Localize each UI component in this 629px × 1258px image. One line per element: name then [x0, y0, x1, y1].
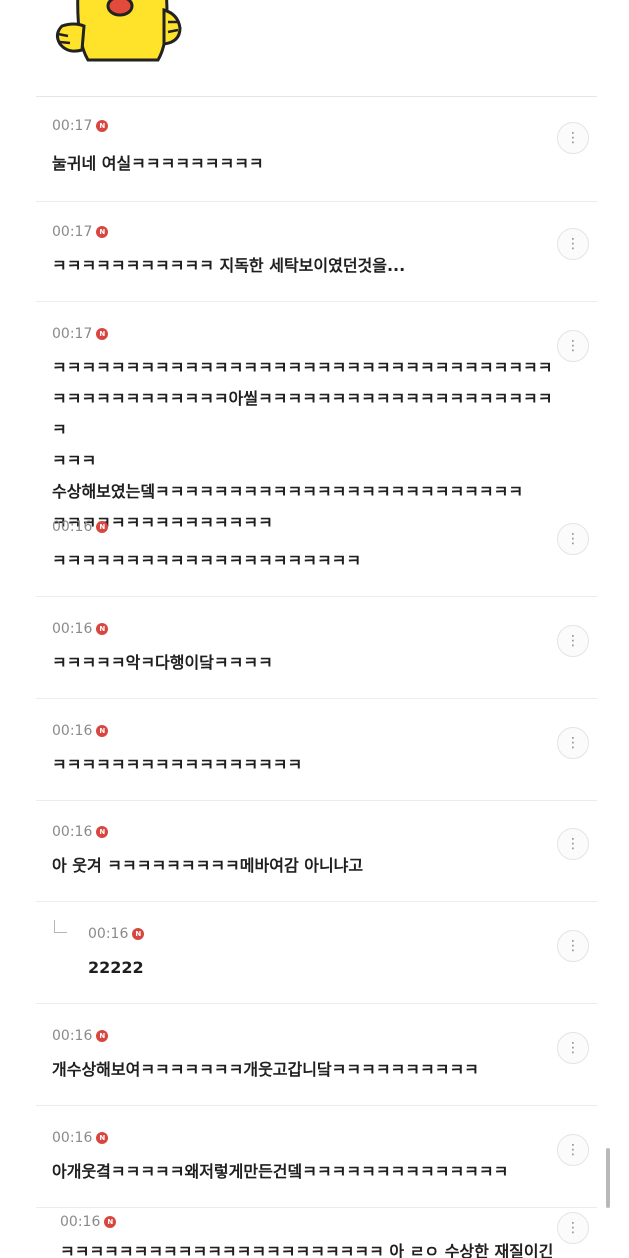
- comment-time: 00:16: [52, 1130, 93, 1146]
- more-vertical-icon[interactable]: ⋮: [557, 727, 589, 759]
- comment-text: 22222: [88, 958, 144, 977]
- comment-text: ㅋㅋㅋㅋㅋ악ㅋ다행이닼ㅋㅋㅋㅋ: [52, 653, 273, 672]
- comment-text: 아 웃겨 ㅋㅋㅋㅋㅋㅋㅋㅋㅋ메바여감 아니냐고: [52, 856, 364, 875]
- more-vertical-icon[interactable]: ⋮: [557, 1032, 589, 1064]
- comment-time: 00:17: [52, 224, 93, 240]
- new-badge-icon: N: [96, 1030, 109, 1042]
- reply-item: 00:16 N 22222 ⋮: [36, 920, 597, 1004]
- more-vertical-icon[interactable]: ⋮: [557, 930, 589, 962]
- comment-meta: 00:16 N: [52, 1128, 109, 1148]
- new-badge-icon: N: [96, 226, 109, 238]
- new-badge-icon: N: [96, 521, 109, 533]
- comment-text: 개수상해보여ㅋㅋㅋㅋㅋㅋㅋ개웃고갑니닼ㅋㅋㅋㅋㅋㅋㅋㅋㅋㅋ: [52, 1060, 479, 1079]
- comment-text: ㅋㅋㅋㅋㅋㅋㅋㅋㅋㅋㅋㅋㅋㅋㅋㅋㅋ: [52, 755, 303, 774]
- comment-text: ㅋㅋㅋㅋㅋㅋㅋㅋㅋㅋㅋㅋㅋㅋㅋㅋㅋㅋㅋㅋㅋ: [52, 551, 362, 570]
- new-badge-icon: N: [96, 120, 109, 132]
- comment-item: 00:16 N ㅋㅋㅋㅋㅋ악ㅋ다행이닼ㅋㅋㅋㅋ ⋮: [36, 619, 597, 699]
- comment-item: 00:17 N ㅋㅋㅋㅋㅋㅋㅋㅋㅋㅋㅋ 지독한 세탁보이였던것을... ⋮: [36, 222, 597, 302]
- more-vertical-icon[interactable]: ⋮: [557, 122, 589, 154]
- more-vertical-icon[interactable]: ⋮: [557, 828, 589, 860]
- more-vertical-icon[interactable]: ⋮: [557, 625, 589, 657]
- comment-item: 00:16 N 아개웃곀ㅋㅋㅋㅋㅋ왜저렇게만든건뎈ㅋㅋㅋㅋㅋㅋㅋㅋㅋㅋㅋㅋㅋㅋ …: [36, 1128, 597, 1208]
- comment-meta: 00:17 N: [52, 324, 109, 344]
- comment-time: 00:17: [52, 118, 93, 134]
- comment-meta: 00:16 N: [52, 517, 109, 537]
- comment-meta: 00:16 N: [52, 822, 109, 842]
- sticker-image: [48, 0, 188, 66]
- comment-text: ㅋㅋㅋㅋㅋㅋㅋㅋㅋㅋㅋ 지독한 세탁보이였던것을...: [52, 256, 406, 275]
- comment-text: ㅋㅋㅋㅋㅋㅋㅋㅋㅋㅋㅋㅋㅋㅋㅋㅋㅋㅋㅋㅋㅋㅋㅋㅋㅋㅋㅋㅋㅋㅋㅋㅋㅋㅋ ㅋㅋㅋㅋㅋ…: [52, 358, 553, 532]
- comment-item: 00:17 N 눌귀네 여실ㅋㅋㅋㅋㅋㅋㅋㅋㅋ ⋮: [36, 116, 597, 202]
- comment-time: 00:16: [60, 1214, 101, 1230]
- more-vertical-icon[interactable]: ⋮: [557, 1212, 589, 1244]
- reply-arrow-icon: [54, 920, 67, 933]
- comment-time: 00:16: [52, 723, 93, 739]
- comment-time: 00:16: [52, 1028, 93, 1044]
- more-vertical-icon[interactable]: ⋮: [557, 1134, 589, 1166]
- comment-item: 00:16 N ㅋㅋㅋㅋㅋㅋㅋㅋㅋㅋㅋㅋㅋㅋㅋㅋㅋㅋㅋㅋㅋㅋ 아 ㄹㅇ 수상한 …: [36, 1212, 597, 1258]
- comment-time: 00:17: [52, 326, 93, 342]
- comment-meta: 00:17 N: [52, 116, 109, 136]
- comment-item: 00:17 N ㅋㅋㅋㅋㅋㅋㅋㅋㅋㅋㅋㅋㅋㅋㅋㅋㅋㅋㅋㅋㅋㅋㅋㅋㅋㅋㅋㅋㅋㅋㅋㅋ…: [36, 324, 597, 532]
- comment-text: ㅋㅋㅋㅋㅋㅋㅋㅋㅋㅋㅋㅋㅋㅋㅋㅋㅋㅋㅋㅋㅋㅋ 아 ㄹㅇ 수상한 재질이긴: [60, 1242, 553, 1258]
- new-badge-icon: N: [96, 1132, 109, 1144]
- comment-time: 00:16: [88, 926, 129, 942]
- comment-item: 00:16 N ㅋㅋㅋㅋㅋㅋㅋㅋㅋㅋㅋㅋㅋㅋㅋㅋㅋ ⋮: [36, 721, 597, 801]
- comment-time: 00:16: [52, 621, 93, 637]
- new-badge-icon: N: [96, 623, 109, 635]
- new-badge-icon: N: [132, 928, 145, 940]
- comment-time: 00:16: [52, 519, 93, 535]
- new-badge-icon: N: [104, 1216, 117, 1228]
- comment-meta: 00:16 N: [52, 619, 109, 639]
- more-vertical-icon[interactable]: ⋮: [557, 523, 589, 555]
- comment-time: 00:16: [52, 824, 93, 840]
- comment-meta: 00:16 N: [60, 1212, 117, 1232]
- comment-item: 00:16 N ㅋㅋㅋㅋㅋㅋㅋㅋㅋㅋㅋㅋㅋㅋㅋㅋㅋㅋㅋㅋㅋ ⋮: [36, 517, 597, 597]
- comment-text: 아개웃곀ㅋㅋㅋㅋㅋ왜저렇게만든건뎈ㅋㅋㅋㅋㅋㅋㅋㅋㅋㅋㅋㅋㅋㅋ: [52, 1162, 509, 1181]
- divider: [36, 96, 597, 97]
- comment-meta: 00:16 N: [88, 924, 145, 944]
- new-badge-icon: N: [96, 328, 109, 340]
- comment-item: 00:16 N 아 웃겨 ㅋㅋㅋㅋㅋㅋㅋㅋㅋ메바여감 아니냐고 ⋮: [36, 822, 597, 902]
- comment-meta: 00:17 N: [52, 222, 109, 242]
- comment-text: 눌귀네 여실ㅋㅋㅋㅋㅋㅋㅋㅋㅋ: [52, 154, 264, 173]
- scrollbar[interactable]: [606, 1148, 610, 1208]
- new-badge-icon: N: [96, 826, 109, 838]
- comment-meta: 00:16 N: [52, 721, 109, 741]
- comment-meta: 00:16 N: [52, 1026, 109, 1046]
- comment-item: 00:16 N 개수상해보여ㅋㅋㅋㅋㅋㅋㅋ개웃고갑니닼ㅋㅋㅋㅋㅋㅋㅋㅋㅋㅋ ⋮: [36, 1026, 597, 1106]
- more-vertical-icon[interactable]: ⋮: [557, 330, 589, 362]
- new-badge-icon: N: [96, 725, 109, 737]
- more-vertical-icon[interactable]: ⋮: [557, 228, 589, 260]
